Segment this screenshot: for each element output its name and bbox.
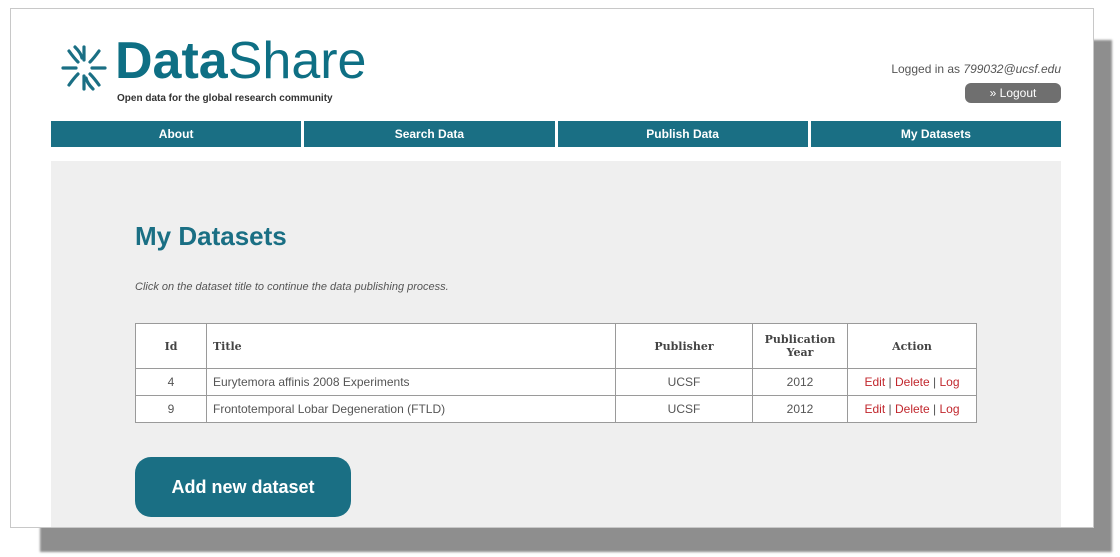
edit-link[interactable]: Edit — [864, 375, 885, 389]
row-id: 9 — [135, 395, 207, 423]
add-new-dataset-button[interactable]: Add new dataset — [135, 457, 351, 517]
row-title-link[interactable]: Frontotemporal Lobar Degeneration (FTLD) — [206, 395, 616, 423]
logo-icon — [61, 45, 107, 91]
row-publisher: UCSF — [615, 395, 753, 423]
nav-item-my-datasets[interactable]: My Datasets — [810, 121, 1061, 147]
page-title: My Datasets — [135, 221, 287, 251]
action-separator: | — [933, 402, 937, 416]
log-link[interactable]: Log — [939, 375, 959, 389]
log-link[interactable]: Log — [939, 402, 959, 416]
row-year: 2012 — [752, 368, 848, 396]
brand-logo-text: DataShare — [115, 35, 366, 87]
action-separator: | — [888, 402, 892, 416]
page-card: DataShare Open data for the global resea… — [10, 8, 1094, 528]
row-year: 2012 — [752, 395, 848, 423]
instructions-text: Click on the dataset title to continue t… — [135, 281, 449, 293]
delete-link[interactable]: Delete — [895, 375, 930, 389]
header-publication-year: Publication Year — [752, 323, 848, 369]
main-content: My Datasets Click on the dataset title t… — [51, 161, 1061, 527]
edit-link[interactable]: Edit — [864, 402, 885, 416]
datasets-table: Id Title Publisher Publication Year Acti… — [135, 323, 977, 423]
brand-tagline: Open data for the global research commun… — [117, 93, 333, 104]
logged-in-status: Logged in as 799032@ucsf.edu — [891, 62, 1061, 76]
logged-in-prefix: Logged in as — [891, 62, 961, 76]
logout-button[interactable]: » Logout — [965, 83, 1061, 103]
user-email: 799032@ucsf.edu — [963, 62, 1061, 76]
delete-link[interactable]: Delete — [895, 402, 930, 416]
header-publisher: Publisher — [615, 323, 753, 369]
action-separator: | — [933, 375, 937, 389]
nav-item-about[interactable]: About — [51, 121, 302, 147]
row-title-link[interactable]: Eurytemora affinis 2008 Experiments — [206, 368, 616, 396]
brand-name-thin: Share — [227, 32, 367, 90]
brand-name-bold: Data — [115, 32, 228, 90]
row-actions: Edit | Delete | Log — [847, 395, 977, 423]
header-action: Action — [847, 323, 977, 369]
row-publisher: UCSF — [615, 368, 753, 396]
nav-item-publish-data[interactable]: Publish Data — [557, 121, 808, 147]
table-row: 9 Frontotemporal Lobar Degeneration (FTL… — [135, 395, 977, 423]
nav-item-search-data[interactable]: Search Data — [304, 121, 555, 147]
row-id: 4 — [135, 368, 207, 396]
table-row: 4 Eurytemora affinis 2008 Experiments UC… — [135, 368, 977, 396]
header-id: Id — [135, 323, 207, 369]
main-nav: About Search Data Publish Data My Datase… — [51, 121, 1061, 147]
row-actions: Edit | Delete | Log — [847, 368, 977, 396]
header-title: Title — [206, 323, 616, 369]
action-separator: | — [888, 375, 892, 389]
table-header-row: Id Title Publisher Publication Year Acti… — [135, 323, 977, 369]
